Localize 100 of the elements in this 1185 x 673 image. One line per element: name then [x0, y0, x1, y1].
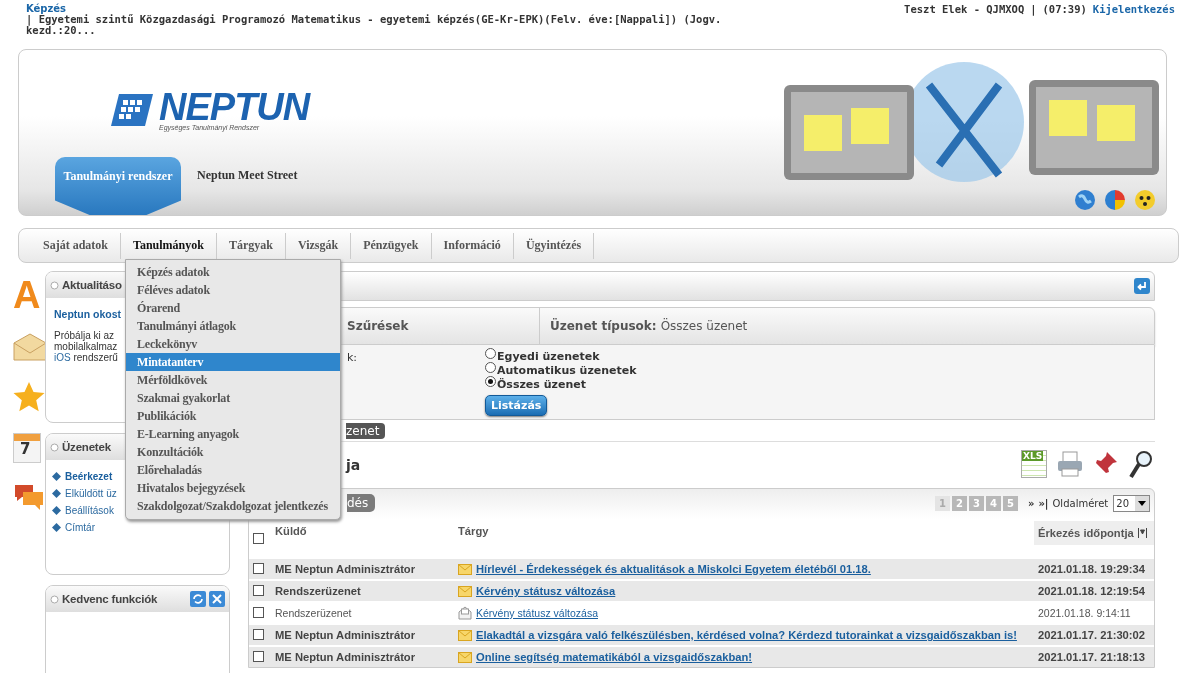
news-text: mobilalkalmaz	[54, 341, 118, 352]
user-name: Teszt Elek - QJMXOQ	[904, 3, 1025, 15]
dropdown-item[interactable]: Órarend	[126, 299, 340, 317]
calendar-icon[interactable]: 7	[13, 433, 41, 463]
globe-icon[interactable]	[1074, 189, 1096, 211]
option-label: Egyedi üzenetek	[497, 349, 600, 363]
checkbox[interactable]	[253, 628, 264, 640]
star-icon[interactable]	[13, 381, 45, 413]
menu-tab[interactable]: Tanulmányok	[121, 232, 217, 259]
column-header[interactable]: Küldő	[271, 517, 454, 558]
list-tab[interactable]: zenet	[346, 423, 386, 439]
subject-link[interactable]: Kérvény státusz változása	[476, 607, 598, 619]
table-tab[interactable]: dés	[347, 494, 376, 512]
radio-button[interactable]	[485, 362, 496, 373]
refresh-icon[interactable]	[190, 591, 206, 607]
radio-button[interactable]	[485, 376, 496, 387]
sender-cell: ME Neptun Adminisztrátor	[271, 646, 454, 667]
checkbox[interactable]	[253, 606, 264, 618]
checkbox[interactable]	[253, 650, 264, 662]
menu-tab[interactable]: Saját adatok	[31, 232, 121, 259]
sender-cell: ME Neptun Adminisztrátor	[271, 558, 454, 580]
news-text: rendszerű	[73, 352, 118, 363]
news-headline[interactable]: Neptun okost	[54, 308, 122, 320]
field-label: k:	[347, 351, 358, 364]
dropdown-item[interactable]: Előrehaladás	[126, 461, 340, 479]
circle-icon	[50, 280, 59, 290]
date-cell: 2021.01.17. 21:18:13	[1034, 646, 1154, 667]
open-envelope-icon	[458, 606, 472, 620]
menu-tab[interactable]: Pénzügyek	[351, 232, 432, 259]
menu-tab[interactable]: Vizsgák	[285, 232, 352, 259]
list-button[interactable]: Listázás	[485, 395, 548, 416]
printer-icon[interactable]	[1057, 450, 1083, 478]
bullet-icon	[52, 489, 61, 498]
envelope-icon	[458, 629, 472, 641]
system-tab[interactable]: Tanulmányi rendszer	[55, 157, 181, 215]
dropdown-item[interactable]: Tanulmányi átlagok	[126, 317, 340, 335]
dropdown-item[interactable]: Konzultációk	[126, 443, 340, 461]
bullet-icon	[52, 506, 61, 515]
logout-link[interactable]: Kijelentkezés	[1092, 3, 1175, 15]
bullet-icon	[52, 472, 61, 481]
dropdown-item[interactable]: Hivatalos bejegyzések	[126, 479, 340, 497]
pie-chart-icon[interactable]	[1104, 189, 1126, 211]
sidebar-link[interactable]: Beérkezet	[65, 471, 113, 482]
spreadsheet-icon[interactable]: XLS	[1021, 450, 1047, 478]
caret-icon	[1138, 500, 1146, 506]
message-types-label: Üzenet típusok:	[550, 319, 657, 333]
panel-title: Aktualitáso	[62, 279, 122, 291]
envelope-icon	[458, 563, 472, 575]
logo-text: NEPTUN	[159, 88, 310, 126]
circle-icon	[50, 442, 59, 452]
sort-icon[interactable]	[1137, 528, 1147, 538]
news-link[interactable]: iOS	[54, 352, 71, 363]
sender-cell: Rendszerüzenet	[271, 580, 454, 602]
column-header[interactable]: Tárgy	[454, 517, 1034, 558]
last-page-link[interactable]: »|	[1038, 497, 1049, 509]
return-icon[interactable]	[1134, 278, 1150, 294]
menu-tab[interactable]: Tárgyak	[216, 232, 286, 259]
training-details: | Egyetemi szintű Közgazdasági Programozó Matematikus - egyetemi képzés(GE-Kr-EPK)(Felv. éve:[Nappali]) (Jogv. kezd.:20...	[26, 13, 722, 36]
date-cell: 2021.01.18. 12:19:54	[1034, 580, 1154, 602]
sidebar-link[interactable]: Beállítások	[65, 505, 114, 516]
date-cell: 2021.01.18. 19:29:34	[1034, 558, 1154, 580]
next-page-link[interactable]: »	[1027, 497, 1035, 509]
envelope-icon	[458, 651, 472, 663]
message-types-value: Összes üzenet	[660, 319, 748, 333]
dropdown-item[interactable]: Szakdolgozat/Szakdolgozat jelentkezés	[126, 497, 340, 515]
sidebar-link[interactable]: Címtár	[65, 522, 95, 533]
page-size-label: Oldalméret	[1052, 497, 1109, 509]
panel-title: Kedvenc funkciók	[62, 593, 158, 605]
date-cell: 2021.01.17. 21:30:02	[1034, 624, 1154, 646]
circle-icon	[50, 594, 59, 604]
face-icon[interactable]	[1134, 189, 1156, 211]
dropdown-item[interactable]: Mérföldkövek	[126, 371, 340, 389]
system-tab[interactable]: Neptun Meet Street	[191, 157, 304, 193]
option-label: Összes üzenet	[497, 377, 586, 391]
search-icon[interactable]	[1129, 450, 1153, 480]
menu-tab[interactable]: Ügyintézés	[513, 232, 595, 259]
checkbox[interactable]	[253, 562, 264, 574]
logo-icon	[111, 91, 155, 128]
dropdown-item[interactable]: Mintatanterv	[126, 353, 340, 371]
checkbox[interactable]	[253, 584, 264, 596]
subject-link[interactable]: Kérvény státusz változása	[476, 585, 616, 597]
dropdown-item[interactable]: Szakmai gyakorlat	[126, 389, 340, 407]
menu-tab[interactable]: Információ	[431, 232, 514, 259]
dropdown-item[interactable]: Képzés adatok	[126, 263, 340, 281]
dropdown-item[interactable]: Publikációk	[126, 407, 340, 425]
panel-title: Üzenetek	[62, 441, 111, 453]
checkbox[interactable]	[253, 533, 264, 544]
dropdown-item[interactable]: E-Learning anyagok	[126, 425, 340, 443]
training-link[interactable]: Képzés	[26, 3, 67, 14]
dropdown-item[interactable]: Leckekönyv	[126, 335, 340, 353]
sender-cell: ME Neptun Adminisztrátor	[271, 624, 454, 646]
option-label: Automatikus üzenetek	[497, 363, 637, 377]
bullet-icon	[52, 523, 61, 532]
sidebar-link[interactable]: Elküldött üz	[65, 488, 117, 499]
news-text: Próbálja ki az	[54, 330, 115, 341]
close-icon[interactable]	[209, 591, 225, 607]
radio-button[interactable]	[485, 348, 496, 359]
dropdown-item[interactable]: Féléves adatok	[126, 281, 340, 299]
page-size-select[interactable]: 20	[1113, 494, 1150, 512]
separator-text: |	[1030, 3, 1037, 15]
